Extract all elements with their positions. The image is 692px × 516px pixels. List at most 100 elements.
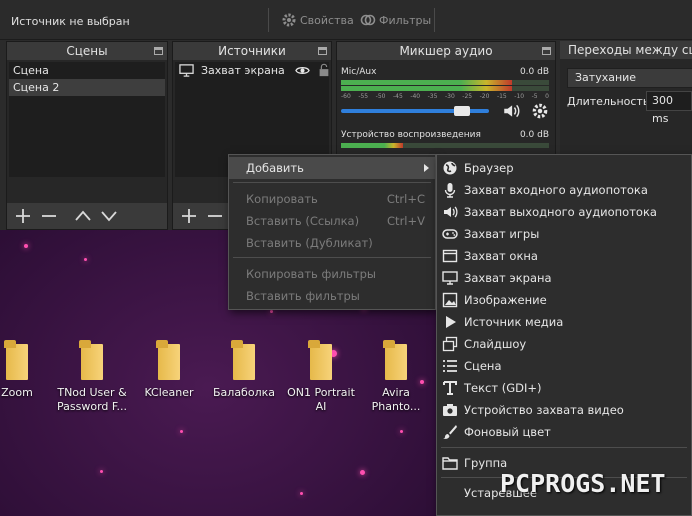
- add-source-submenu: Браузер Захват входного аудиопотока Захв…: [436, 154, 692, 516]
- scene-item[interactable]: Сцена: [9, 62, 165, 79]
- chevron-up-icon: [75, 210, 91, 221]
- submenu-item-video-capture[interactable]: Устройство захвата видео: [437, 399, 691, 421]
- chevron-down-icon: [101, 211, 117, 222]
- text-icon: [443, 381, 457, 395]
- audio-meter: [341, 143, 549, 148]
- monitor-icon: [442, 271, 458, 285]
- volume-slider-knob[interactable]: [454, 106, 471, 116]
- minus-icon: [42, 215, 56, 217]
- toolbar-divider: [434, 8, 435, 32]
- undock-icon[interactable]: [542, 47, 551, 55]
- meter-tick-label: -40: [410, 93, 421, 100]
- add-scene-button[interactable]: [11, 205, 35, 227]
- menu-item-paste-ref[interactable]: Вставить (Ссылка) Ctrl+V: [229, 210, 435, 232]
- submenu-item-display-capture[interactable]: Захват экрана: [437, 267, 691, 289]
- transition-select[interactable]: Затухание: [567, 68, 692, 88]
- speaker-icon[interactable]: [501, 102, 521, 120]
- meter-scale: -60 -55 -50 -45 -40 -35 -30 -25 -20 -15 -10 -5 0: [341, 93, 549, 100]
- meter-tick-label: -45: [392, 93, 403, 100]
- volume-slider[interactable]: [341, 106, 489, 116]
- duration-input[interactable]: 300 ms: [646, 91, 692, 125]
- mixer-title: Микшер аудио: [337, 42, 555, 60]
- submenu-item-audio-output[interactable]: Захват выходного аудиопотока: [437, 201, 691, 223]
- submenu-item-audio-input[interactable]: Захват входного аудиопотока: [437, 179, 691, 201]
- minus-icon: [208, 215, 222, 217]
- menu-item-add[interactable]: Добавить: [229, 157, 435, 179]
- submenu-item-browser[interactable]: Браузер: [437, 157, 691, 179]
- folder-icon: [442, 457, 458, 470]
- meter-tick-label: -20: [479, 93, 490, 100]
- brush-icon: [443, 425, 457, 439]
- duration-label: Длительность: [567, 95, 650, 108]
- meter-tick-label: -5: [531, 93, 538, 100]
- folder-icon: [156, 340, 182, 380]
- desktop-icon-tnod[interactable]: TNod User & Password F...: [53, 340, 131, 414]
- play-icon: [446, 316, 456, 328]
- audio-meter: [341, 86, 549, 91]
- submenu-item-color-source[interactable]: Фоновый цвет: [437, 421, 691, 443]
- properties-button[interactable]: Свойства: [281, 12, 354, 28]
- menu-item-paste-filters[interactable]: Вставить фильтры: [229, 285, 435, 307]
- meter-tick-label: -60: [341, 93, 351, 100]
- submenu-item-image[interactable]: Изображение: [437, 289, 691, 311]
- menu-divider: [233, 182, 431, 183]
- undock-icon[interactable]: [154, 47, 163, 55]
- camera-icon: [443, 404, 457, 416]
- submenu-item-media-source[interactable]: Источник медиа: [437, 311, 691, 333]
- scenes-list: Сцена Сцена 2: [9, 62, 165, 177]
- add-source-button[interactable]: [177, 205, 201, 227]
- menu-divider: [441, 447, 687, 448]
- filters-button[interactable]: Фильтры: [360, 12, 431, 28]
- slideshow-icon: [442, 336, 458, 352]
- transitions-title: Переходы между сценами: [560, 41, 692, 59]
- monitor-icon: [179, 64, 194, 77]
- move-scene-up-button[interactable]: [71, 205, 95, 227]
- submenu-item-slideshow[interactable]: Слайдшоу: [437, 333, 691, 355]
- scene-item-selected[interactable]: Сцена 2: [9, 79, 165, 96]
- meter-tick-label: -30: [444, 93, 455, 100]
- desktop-icon-zoom[interactable]: Zoom: [0, 340, 56, 400]
- scenes-toolbar: [7, 203, 167, 229]
- source-toolbar: Источник не выбран Свойства Фильтры: [0, 0, 692, 40]
- list-icon: [443, 360, 457, 372]
- menu-item-paste-duplicate[interactable]: Вставить (Дубликат): [229, 232, 435, 254]
- folder-icon: [308, 340, 334, 380]
- context-menu: Добавить Копировать Ctrl+C Вставить (Ссы…: [228, 154, 436, 310]
- meter-tick-label: -10: [514, 93, 525, 100]
- audio-meter: [341, 80, 549, 85]
- submenu-item-game-capture[interactable]: Захват игры: [437, 223, 691, 245]
- eye-icon[interactable]: [295, 63, 310, 78]
- image-icon: [442, 292, 458, 308]
- speaker-icon: [444, 206, 458, 218]
- meter-tick-label: -15: [496, 93, 507, 100]
- gear-icon[interactable]: [531, 102, 549, 120]
- submenu-item-window-capture[interactable]: Захват окна: [437, 245, 691, 267]
- move-scene-down-button[interactable]: [97, 205, 121, 227]
- scenes-title: Сцены: [7, 42, 167, 60]
- desktop-icon-balabolka[interactable]: Балаболка: [205, 340, 283, 400]
- toolbar-divider: [268, 8, 269, 32]
- folder-icon: [383, 340, 409, 380]
- submenu-item-text-gdi[interactable]: Текст (GDI+): [437, 377, 691, 399]
- globe-icon: [443, 161, 457, 175]
- submenu-arrow-icon: [424, 164, 429, 172]
- meter-tick-label: -55: [358, 93, 369, 100]
- folder-icon: [79, 340, 105, 380]
- scenes-dock: Сцены Сцена Сцена 2: [6, 41, 168, 230]
- meter-tick-label: 0: [545, 93, 549, 100]
- desktop-icon-on1[interactable]: ON1 Portrait AI: [282, 340, 360, 414]
- remove-source-button[interactable]: [203, 205, 227, 227]
- lock-icon[interactable]: [317, 63, 331, 77]
- undock-icon[interactable]: [318, 47, 327, 55]
- desktop-icon-avira[interactable]: Avira Phanto...: [357, 340, 435, 414]
- gear-icon: [282, 13, 296, 27]
- menu-item-copy-filters[interactable]: Копировать фильтры: [229, 263, 435, 285]
- filter-icon: [360, 14, 376, 26]
- source-item[interactable]: Захват экрана: [175, 62, 329, 79]
- menu-item-copy[interactable]: Копировать Ctrl+C: [229, 188, 435, 210]
- no-source-label: Источник не выбран: [11, 15, 130, 28]
- desktop-icon-kcleaner[interactable]: KCleaner: [130, 340, 208, 400]
- remove-scene-button[interactable]: [37, 205, 61, 227]
- folder-icon: [4, 340, 30, 380]
- submenu-item-scene[interactable]: Сцена: [437, 355, 691, 377]
